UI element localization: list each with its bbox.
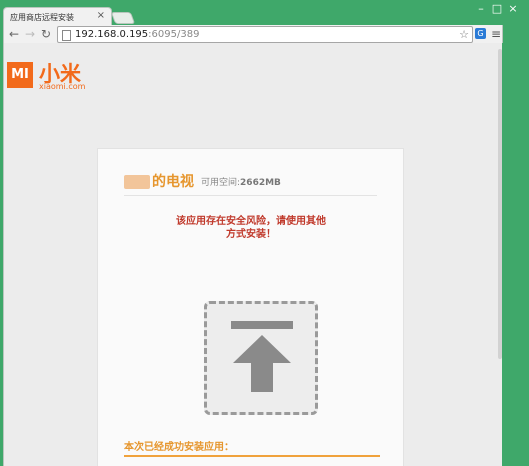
xiaomi-logo[interactable]: MI	[7, 62, 33, 88]
upload-arrow-shaft	[251, 362, 273, 392]
extension-icon[interactable]: G	[475, 28, 486, 39]
window-controls: – □ ×	[473, 2, 521, 16]
maximize-button[interactable]: □	[489, 2, 505, 16]
reload-icon[interactable]: ↻	[41, 25, 51, 43]
forward-icon[interactable]: →	[25, 25, 35, 43]
device-name: 的电视	[152, 174, 194, 190]
address-url[interactable]: 192.168.0.195:6095/389	[75, 28, 199, 41]
back-icon[interactable]: ←	[9, 25, 19, 43]
address-host: 192.168.0.195	[75, 29, 149, 40]
menu-icon[interactable]: ≡	[491, 25, 501, 43]
redacted-device-prefix	[124, 175, 150, 189]
page-viewport: MI 小米 xiaomi.com 的电视 可用空间:2662MB 该应用存在安全…	[3, 43, 502, 466]
minimize-button[interactable]: –	[473, 2, 489, 16]
browser-window: 应用商店远程安装 × – □ × ← → ↻ 192.168.0.195:609…	[0, 0, 529, 466]
browser-toolbar: ← → ↻ 192.168.0.195:6095/389 ☆ G ≡	[3, 25, 503, 43]
logo-domain: xiaomi.com	[39, 82, 86, 91]
address-path: :6095/389	[148, 29, 200, 40]
tab-title: 应用商店远程安装	[10, 13, 74, 22]
tab-close-icon[interactable]: ×	[97, 10, 105, 21]
page-icon	[62, 30, 71, 41]
new-tab-button[interactable]	[110, 12, 136, 24]
free-space-value: 2662MB	[240, 178, 281, 188]
upload-dropzone[interactable]	[204, 301, 318, 415]
address-bar[interactable]: 192.168.0.195:6095/389 ☆	[57, 26, 473, 43]
scrollbar[interactable]	[498, 49, 502, 359]
divider	[124, 195, 377, 196]
free-space: 可用空间:2662MB	[201, 175, 281, 188]
free-space-label: 可用空间:	[201, 178, 241, 188]
close-window-button[interactable]: ×	[505, 2, 521, 16]
browser-tab[interactable]: 应用商店远程安装 ×	[3, 7, 112, 26]
accent-rule	[124, 455, 380, 457]
installed-apps-heading: 本次已经成功安装应用：	[124, 442, 234, 453]
bookmark-star-icon[interactable]: ☆	[459, 27, 469, 42]
upload-icon-bar	[231, 321, 293, 329]
security-warning: 该应用存在安全风险，请使用其他方式安装！	[176, 216, 326, 240]
install-card: 的电视 可用空间:2662MB 该应用存在安全风险，请使用其他方式安装！ 本次已…	[97, 148, 404, 466]
upload-arrow-icon	[233, 335, 291, 363]
